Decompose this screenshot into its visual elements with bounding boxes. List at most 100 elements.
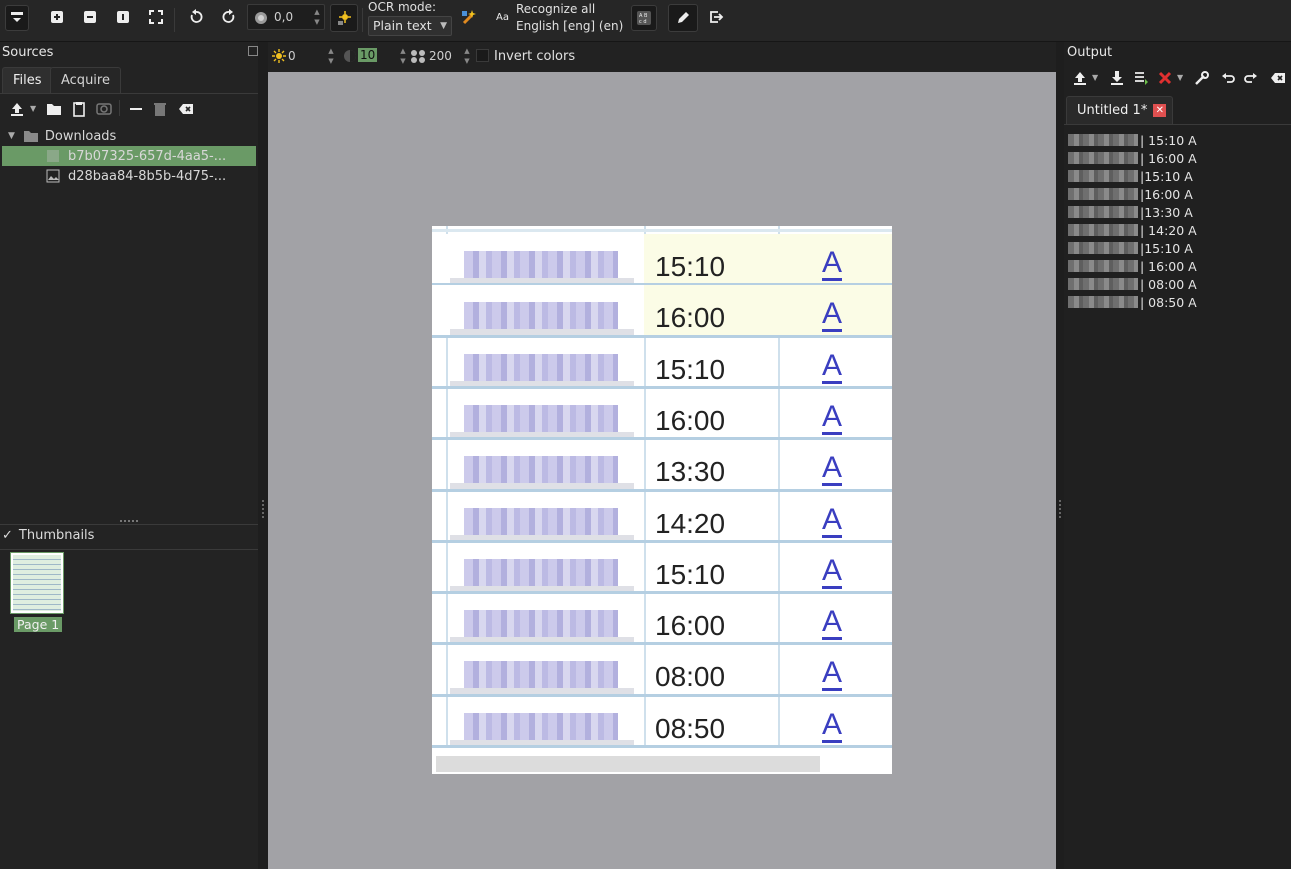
document-image[interactable]: 15:10 A 16:00 A 15:10 A 16:00 A 13:30 A 14:20 A 15:1… <box>432 226 892 774</box>
output-line[interactable]: | 08:00 A <box>1068 275 1197 293</box>
rotate-left-button[interactable] <box>185 6 207 28</box>
redo-icon <box>1244 73 1257 83</box>
chevron-down-icon[interactable]: ▼ <box>1177 73 1183 82</box>
tree-file-1[interactable]: b7b07325-657d-4aa5-... <box>2 146 256 166</box>
file-name: d28baa84-8b5b-4d75-... <box>68 168 227 184</box>
document-time: 08:00 <box>655 661 726 693</box>
settings-button[interactable] <box>1191 67 1213 89</box>
brightness-value: 0 <box>288 49 296 63</box>
remove-source-button[interactable] <box>125 98 147 120</box>
add-folder-button[interactable] <box>43 98 65 120</box>
redacted-name <box>464 661 618 690</box>
ocr-mode-select[interactable]: Plain text ▼ <box>368 16 452 36</box>
insert-mode-button[interactable] <box>1106 67 1128 89</box>
check-icon: ✓ <box>2 528 13 543</box>
zoom-original-button[interactable] <box>112 6 134 28</box>
folder-name: Downloads <box>44 128 117 144</box>
close-tab-icon[interactable]: ✕ <box>1153 104 1167 117</box>
output-title: Output <box>1067 45 1113 60</box>
page-thumbnail[interactable] <box>10 552 64 614</box>
rotation-spinbox[interactable]: 0,0 ▲ ▼ <box>247 4 325 30</box>
thumbnail-page-label: Page 1 <box>14 617 63 632</box>
zoom-fit-button[interactable] <box>145 6 167 28</box>
delete-source-button[interactable] <box>149 98 171 120</box>
auto-rotate-button[interactable] <box>330 4 358 32</box>
screenshot-button[interactable] <box>93 98 115 120</box>
svg-text:c d: c d <box>639 19 647 25</box>
spin-arrows[interactable]: ▲ ▼ <box>312 7 322 27</box>
sources-menu-button[interactable] <box>5 5 29 31</box>
output-line-text: |13:30 A <box>1140 204 1193 220</box>
left-splitter[interactable] <box>258 42 268 869</box>
document-time: 13:30 <box>655 456 726 488</box>
trash-icon <box>154 103 166 116</box>
output-line-text: |15:10 A <box>1140 168 1193 184</box>
tree-folder-downloads[interactable]: ▼ Downloads <box>2 126 256 146</box>
folder-icon <box>23 131 38 142</box>
resolution-spinbox[interactable]: 200 ▲ ▼ <box>410 44 472 68</box>
auto-layout-button[interactable] <box>458 6 480 28</box>
resolution-value: 200 <box>429 49 452 63</box>
undock-icon[interactable] <box>248 46 258 56</box>
thumbnails-toggle[interactable]: ✓ Thumbnails <box>2 528 94 543</box>
folder-icon <box>47 104 61 115</box>
tab-files-label: Files <box>13 73 42 88</box>
output-line[interactable]: |13:30 A <box>1068 203 1193 221</box>
document-time: 08:50 <box>655 712 726 744</box>
output-line[interactable]: | 16:00 A <box>1068 257 1197 275</box>
contrast-spinbox[interactable]: 10 ▲ ▼ <box>340 44 408 68</box>
svg-text:Aa: Aa <box>496 12 509 23</box>
spin-arrows[interactable]: ▲ ▼ <box>462 46 472 66</box>
output-line[interactable]: |15:10 A <box>1068 239 1193 257</box>
redo-button[interactable] <box>1240 67 1262 89</box>
redacted-name <box>464 404 618 433</box>
redacted-text <box>1068 152 1138 164</box>
output-line[interactable]: | 14:20 A <box>1068 221 1197 239</box>
recognize-button[interactable]: Aa <box>492 6 514 28</box>
paste-button[interactable] <box>68 98 90 120</box>
output-line[interactable]: | 16:00 A <box>1068 149 1197 167</box>
edit-hocr-button[interactable] <box>668 4 698 32</box>
document-time: 16:00 <box>655 302 726 334</box>
zoom-out-button[interactable] <box>79 6 101 28</box>
camera-icon <box>96 103 112 115</box>
brightness-spinbox[interactable]: 0 ▲ ▼ <box>268 44 336 68</box>
rotate-right-icon <box>222 9 235 23</box>
document-mark: A <box>822 399 843 435</box>
clear-output-button[interactable] <box>1154 67 1176 89</box>
add-source-button[interactable] <box>6 98 28 120</box>
tab-files[interactable]: Files <box>2 67 53 93</box>
spellcheck-icon: A Bc d <box>637 11 651 25</box>
zoom-in-button[interactable] <box>46 6 68 28</box>
output-line[interactable]: |16:00 A <box>1068 185 1193 203</box>
chevron-down-icon[interactable]: ▼ <box>30 104 36 113</box>
chevron-down-icon[interactable]: ▼ <box>1092 73 1098 82</box>
tab-acquire[interactable]: Acquire <box>50 67 121 93</box>
rotate-right-button[interactable] <box>218 6 240 28</box>
spellcheck-button[interactable]: A Bc d <box>631 5 657 31</box>
document-time: 14:20 <box>655 507 726 539</box>
clear-sources-button[interactable] <box>175 98 197 120</box>
document-row: 16:00 A <box>432 285 892 337</box>
output-line[interactable]: |15:10 A <box>1068 167 1193 185</box>
tree-file-2[interactable]: d28baa84-8b5b-4d75-... <box>2 166 256 186</box>
right-splitter[interactable] <box>1056 42 1064 869</box>
spin-arrows[interactable]: ▲ ▼ <box>398 46 408 66</box>
download-menu-icon <box>11 12 23 22</box>
output-line[interactable]: | 08:50 A <box>1068 293 1197 311</box>
recognize-label-2[interactable]: English [eng] (en) <box>516 19 623 33</box>
clear-icon <box>1271 73 1285 83</box>
upload-icon <box>1074 72 1086 85</box>
strip-linebreaks-button[interactable] <box>1130 67 1152 89</box>
clear-text-button[interactable] <box>1267 67 1289 89</box>
document-time: 15:10 <box>655 558 726 590</box>
save-output-button[interactable] <box>1069 67 1091 89</box>
ocr-mode-label: OCR mode: <box>368 0 437 14</box>
undo-button[interactable] <box>1217 67 1239 89</box>
spin-arrows[interactable]: ▲ ▼ <box>326 46 336 66</box>
tab-untitled-1[interactable]: Untitled 1* ✕ <box>1066 96 1174 124</box>
output-line[interactable]: | 15:10 A <box>1068 131 1197 149</box>
export-button[interactable] <box>705 6 727 28</box>
invert-colors-checkbox[interactable] <box>476 49 489 62</box>
recognize-label-1[interactable]: Recognize all <box>516 2 595 16</box>
